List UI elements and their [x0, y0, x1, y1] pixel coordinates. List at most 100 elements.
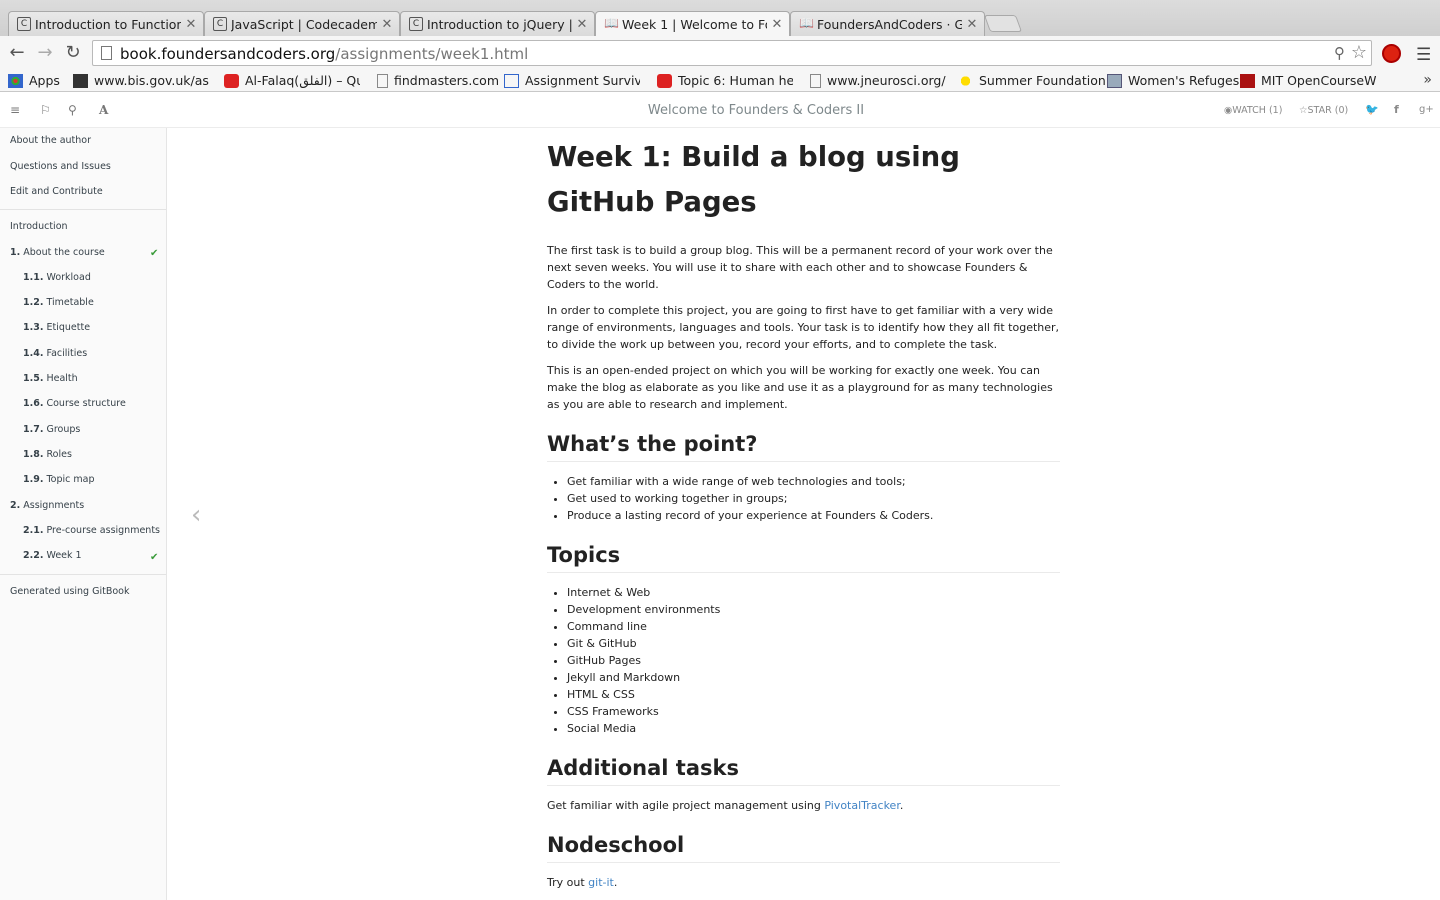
- text: Get familiar with agile project manageme…: [547, 799, 825, 812]
- sidebar-item-timetable[interactable]: 1.2. Timetable: [23, 297, 94, 308]
- topics-list: Internet & Web Development environments …: [567, 584, 1060, 737]
- watch-label: WATCH (1): [1232, 105, 1283, 116]
- more-bookmarks-icon[interactable]: »: [1423, 72, 1432, 88]
- tab-3-active[interactable]: 📖 Week 1 | Welcome to Foun ✕: [595, 11, 790, 36]
- tab-title: JavaScript | Codecademy: [231, 16, 377, 32]
- close-icon[interactable]: ✕: [576, 17, 588, 32]
- sidebar-item-facilities[interactable]: 1.4. Facilities: [23, 348, 87, 359]
- apps-grid-icon: [8, 73, 23, 88]
- bookmark-apps[interactable]: Apps: [8, 73, 60, 88]
- bookmark-label: findmasters.com: [394, 73, 499, 88]
- section-heading-additional: Additional tasks: [547, 755, 1060, 786]
- previous-page-icon[interactable]: ‹: [191, 500, 201, 530]
- item-number: 1.2.: [23, 297, 44, 308]
- address-bar[interactable]: book.foundersandcoders.org/assignments/w…: [92, 40, 1372, 66]
- list-item: Internet & Web: [567, 584, 1060, 601]
- bookmark-mit[interactable]: MIT OpenCourseWar: [1240, 73, 1376, 88]
- sidebar-item-health[interactable]: 1.5. Health: [23, 373, 78, 384]
- sidebar-item-workload[interactable]: 1.1. Workload: [23, 272, 91, 283]
- bookmark-label: Assignment Surviva: [525, 73, 640, 88]
- close-icon[interactable]: ✕: [381, 17, 393, 32]
- git-it-link[interactable]: git-it: [588, 876, 614, 889]
- text: .: [899, 799, 904, 812]
- section-heading-point: What’s the point?: [547, 431, 1060, 462]
- close-icon[interactable]: ✕: [771, 17, 783, 32]
- forward-icon[interactable]: →: [34, 42, 56, 64]
- list-item: Social Media: [567, 720, 1060, 737]
- sidebar-gitbook-credit[interactable]: Generated using GitBook: [10, 586, 129, 597]
- url-text[interactable]: book.foundersandcoders.org/assignments/w…: [120, 45, 528, 63]
- sidebar-item-topic-map[interactable]: 1.9. Topic map: [23, 474, 95, 485]
- bookmark-summer[interactable]: Summer Foundation: [958, 73, 1106, 88]
- reload-icon[interactable]: ↻: [62, 42, 84, 64]
- list-item: Produce a lasting record of your experie…: [567, 507, 1060, 524]
- bookmark-bis[interactable]: www.bis.gov.uk/ass: [73, 73, 209, 88]
- tab-0[interactable]: C Introduction to Functions | C ✕: [8, 11, 204, 36]
- item-label: Etiquette: [46, 322, 91, 333]
- book-icon: 📖: [799, 16, 814, 30]
- item-label: Topic map: [46, 474, 95, 485]
- site-icon: [1107, 73, 1122, 88]
- bookmark-refuges[interactable]: Women's Refuges: [1107, 73, 1239, 88]
- item-number: 1.7.: [23, 424, 44, 435]
- sidebar-item-edit[interactable]: Edit and Contribute: [10, 186, 103, 197]
- sidebar-item-week-1[interactable]: 2.2. Week 1: [23, 550, 82, 561]
- close-icon[interactable]: ✕: [185, 17, 197, 32]
- page-icon: [377, 73, 388, 88]
- sun-icon: [958, 73, 973, 88]
- list-item: Jekyll and Markdown: [567, 669, 1060, 686]
- close-icon[interactable]: ✕: [966, 17, 978, 32]
- sidebar-item-questions[interactable]: Questions and Issues: [10, 161, 111, 172]
- bookmark-label: Summer Foundation: [979, 73, 1106, 88]
- point-list: Get familiar with a wide range of web te…: [567, 473, 1060, 524]
- bookmark-al-falaq[interactable]: Al-Falaq(الفلق) – Qura: [224, 73, 360, 88]
- sidebar-item-roles[interactable]: 1.8. Roles: [23, 449, 72, 460]
- item-label: Pre-course assignments: [46, 525, 160, 536]
- extension-icon[interactable]: [1382, 44, 1401, 63]
- menu-icon[interactable]: ☰: [1416, 45, 1431, 65]
- star-button[interactable]: ☆STAR (0): [1299, 105, 1348, 116]
- item-label: Health: [46, 373, 78, 384]
- tab-2[interactable]: C Introduction to jQuery | Co ✕: [400, 11, 595, 36]
- bookmark-findmasters[interactable]: findmasters.com: [377, 73, 499, 88]
- sidebar-item-assignments[interactable]: 2. Assignments: [10, 500, 84, 511]
- bookmark-jneurosci[interactable]: www.jneurosci.org/c: [810, 73, 946, 88]
- sidebar-divider: [0, 209, 166, 210]
- new-tab-button[interactable]: [983, 15, 1023, 32]
- pivotaltracker-link[interactable]: PivotalTracker: [824, 799, 899, 812]
- sidebar-item-about-author[interactable]: About the author: [10, 135, 91, 146]
- facebook-icon[interactable]: f: [1394, 103, 1399, 116]
- bookmark-label: MIT OpenCourseWar: [1261, 73, 1376, 88]
- bookmark-star-icon[interactable]: ☆: [1351, 42, 1367, 63]
- watch-button[interactable]: ◉WATCH (1): [1224, 105, 1282, 116]
- list-item: GitHub Pages: [567, 652, 1060, 669]
- sidebar-item-pre-course[interactable]: 2.1. Pre-course assignments: [23, 525, 160, 536]
- tab-1[interactable]: C JavaScript | Codecademy ✕: [204, 11, 400, 36]
- bookmark-label: www.jneurosci.org/c: [827, 73, 946, 88]
- sidebar-item-about-course[interactable]: 1. About the course: [10, 247, 105, 258]
- back-icon[interactable]: ←: [6, 42, 28, 64]
- sidebar-item-introduction[interactable]: Introduction: [10, 221, 68, 232]
- list-item: Get familiar with a wide range of web te…: [567, 473, 1060, 490]
- sidebar-item-course-structure[interactable]: 1.6. Course structure: [23, 398, 126, 409]
- item-number: 1.4.: [23, 348, 44, 359]
- codecademy-icon: C: [213, 17, 227, 31]
- text: Try out: [547, 876, 589, 889]
- paragraph: In order to complete this project, you a…: [547, 304, 1060, 351]
- bookmark-topic6[interactable]: Topic 6: Human hea: [657, 73, 793, 88]
- item-number: 1.5.: [23, 373, 44, 384]
- text: .: [613, 876, 618, 889]
- twitter-icon[interactable]: 🐦: [1365, 103, 1379, 116]
- sidebar-item-etiquette[interactable]: 1.3. Etiquette: [23, 322, 90, 333]
- list-item: Git & GitHub: [567, 635, 1060, 652]
- item-number: 1.3.: [23, 322, 44, 333]
- tab-title: Week 1 | Welcome to Foun: [622, 16, 767, 32]
- sidebar-item-groups[interactable]: 1.7. Groups: [23, 424, 80, 435]
- search-icon[interactable]: ⚲: [1334, 44, 1345, 62]
- page-content: Week 1: Build a blog using GitHub Pages …: [547, 128, 1060, 900]
- tab-4[interactable]: 📖 FoundersAndCoders · GitB ✕: [790, 11, 985, 36]
- bookmark-label: Al-Falaq(الفلق) – Qura: [245, 73, 360, 88]
- bookmark-assignment[interactable]: Assignment Surviva: [504, 73, 640, 88]
- item-label: Roles: [46, 449, 72, 460]
- google-plus-icon[interactable]: g+: [1419, 104, 1434, 115]
